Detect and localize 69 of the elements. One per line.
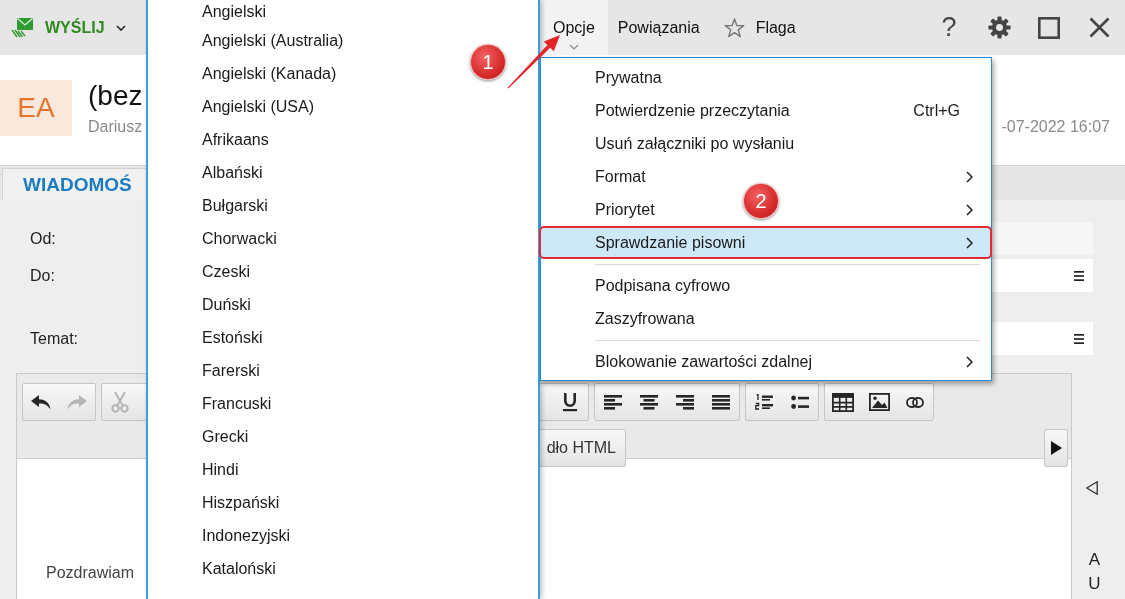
language-item[interactable]: Kataloński [148, 552, 290, 585]
language-item[interactable]: Estoński [148, 321, 277, 354]
redo-icon [67, 394, 87, 410]
align-right-icon [676, 394, 694, 410]
menu-item[interactable]: Usuń załączniki po wysłaniu [541, 127, 805, 160]
underline-icon [561, 392, 579, 412]
language-item[interactable]: Chorwacki [148, 222, 291, 255]
input-field[interactable] [992, 259, 1093, 292]
input-field[interactable] [992, 222, 1093, 255]
send-button[interactable]: WYŚLIJ [11, 17, 126, 38]
menu-item[interactable]: Sprawdzanie pisowni [541, 226, 756, 259]
menu-item[interactable]: Format [541, 160, 656, 193]
menu-item[interactable]: Blokowanie zawartości zdalnej [541, 345, 822, 378]
toggle-button[interactable]: Flaga [723, 0, 796, 55]
menu-item[interactable]: Priorytet [541, 193, 665, 226]
numbered-list-icon [755, 394, 773, 410]
caret-icon [568, 44, 579, 50]
body-text: Pozdrawiam [46, 564, 135, 582]
align-center-icon [640, 394, 658, 410]
field-label: Do: [30, 266, 55, 285]
sender-name: Dariusz [88, 117, 143, 137]
arrow [507, 34, 561, 89]
menu-tab[interactable]: Opcje [540, 0, 608, 55]
input-field[interactable] [992, 322, 1093, 355]
language-item[interactable]: Hiszpański [148, 486, 294, 519]
side-panel-label: AU [1087, 549, 1102, 595]
link-icon [906, 396, 924, 408]
language-item[interactable]: Duński [148, 288, 265, 321]
envelope-icon [11, 17, 34, 38]
triangle-left-icon[interactable] [1086, 481, 1098, 495]
table-icon [832, 392, 854, 412]
avatar: EA [0, 80, 72, 136]
language-item[interactable]: Grecki [148, 420, 263, 453]
more-button[interactable] [1044, 429, 1068, 467]
menu-item[interactable]: Potwierdzenie przeczytania [541, 94, 800, 127]
triangle-right-icon [1050, 441, 1062, 455]
language-item[interactable]: Farerski [148, 354, 274, 387]
image-icon [868, 393, 890, 411]
field-label: Od: [30, 229, 56, 248]
menu-item[interactable]: Zaszyfrowana [541, 302, 705, 335]
menu-icon[interactable] [1074, 333, 1084, 344]
scissors-icon [111, 391, 129, 413]
menu-icon[interactable] [1074, 270, 1084, 281]
star-icon [723, 17, 745, 38]
language-item[interactable]: Angielski (USA) [148, 90, 329, 123]
message-date: -07-2022 16:07 [1001, 117, 1110, 137]
language-item[interactable]: Indonezyjski [148, 519, 305, 552]
settings-icon [987, 16, 1011, 39]
language-item[interactable]: Angielski [148, 0, 281, 24]
menu-item[interactable]: Prywatna [541, 61, 672, 94]
language-item[interactable]: Afrikaans [148, 123, 283, 156]
caret-icon [115, 24, 126, 31]
menu-tab[interactable]: Powiązania [617, 0, 700, 55]
language-item[interactable]: Czeski [148, 255, 264, 288]
field-label: Temat: [30, 329, 78, 348]
message-subject: (bez [88, 79, 143, 113]
undo-icon [31, 394, 51, 410]
language-item[interactable]: Angielski (Kanada) [148, 57, 351, 90]
language-item[interactable]: Angielski (Australia) [148, 24, 358, 57]
align-left-icon [604, 394, 622, 410]
language-item[interactable]: Hindi [148, 453, 253, 486]
justify-icon [712, 394, 730, 410]
shortcut-text: Ctrl+G [913, 101, 960, 120]
help-button[interactable]: ? [926, 5, 972, 50]
close-icon [1088, 17, 1110, 38]
bullet-list-icon [791, 394, 809, 410]
menu-item[interactable]: Podpisana cyfrowo [541, 269, 741, 302]
language-item[interactable]: Francuski [148, 387, 286, 420]
maximize-icon [1038, 16, 1060, 39]
